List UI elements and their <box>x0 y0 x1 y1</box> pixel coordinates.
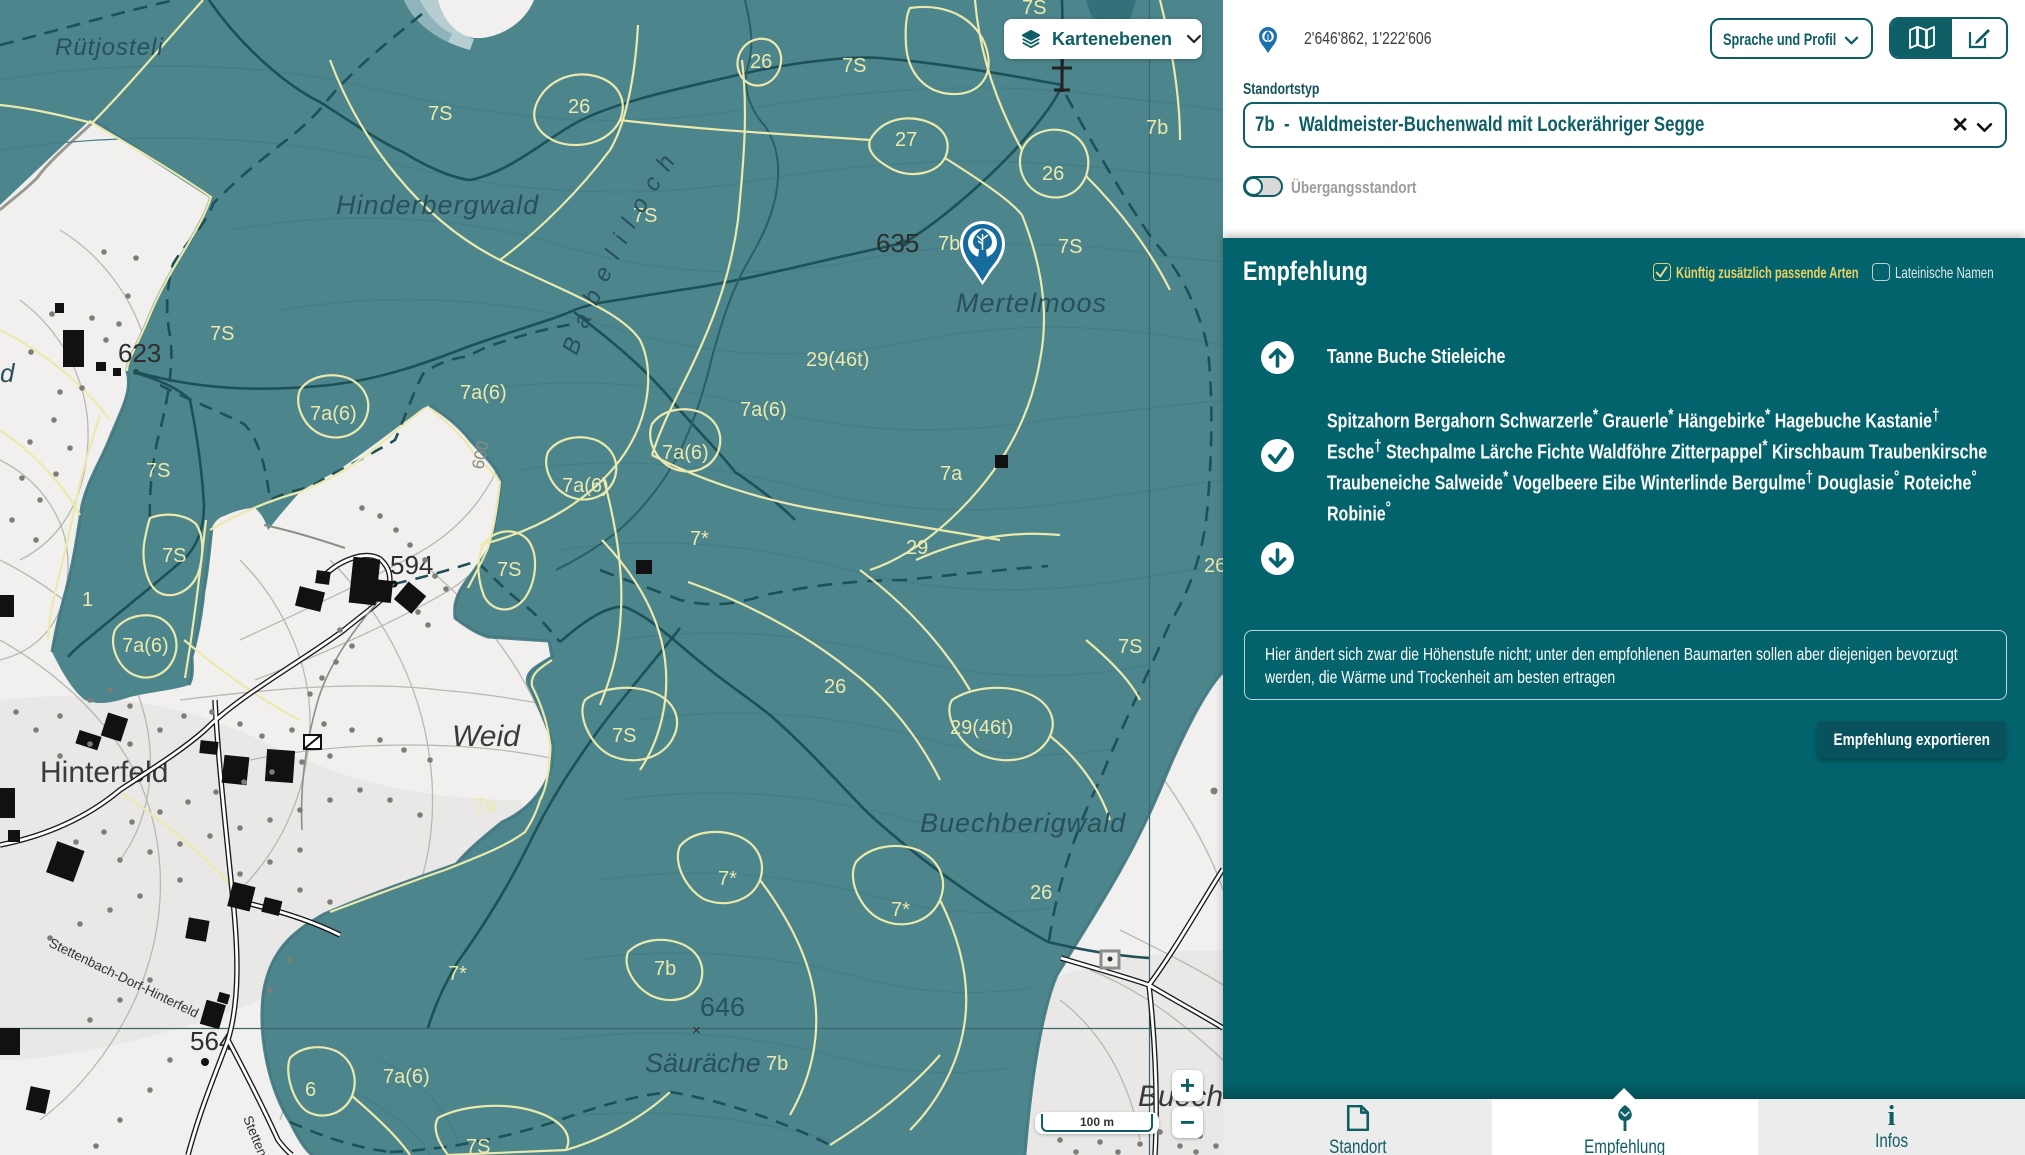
svg-text:Säuräche: Säuräche <box>645 1048 761 1078</box>
svg-text:d: d <box>0 358 16 388</box>
svg-text:6: 6 <box>305 1079 316 1101</box>
svg-text:27: 27 <box>895 129 917 151</box>
svg-text:7S: 7S <box>162 545 186 567</box>
svg-text:7S: 7S <box>1022 0 1046 19</box>
svg-text:7b: 7b <box>766 1053 788 1075</box>
svg-text:7b: 7b <box>938 233 960 255</box>
svg-text:26: 26 <box>1030 882 1052 904</box>
svg-text:7a: 7a <box>940 463 963 485</box>
svg-text:7S: 7S <box>146 460 170 482</box>
svg-text:Mertelmoos: Mertelmoos <box>956 288 1107 318</box>
svg-text:7S: 7S <box>497 559 521 581</box>
svg-text:29: 29 <box>906 537 928 559</box>
svg-text:7S: 7S <box>1118 636 1142 658</box>
svg-text:635: 635 <box>876 228 919 258</box>
svg-text:Weid: Weid <box>452 720 521 753</box>
svg-text:646: 646 <box>700 992 745 1022</box>
svg-text:Rütjosteli: Rütjosteli <box>55 34 164 61</box>
svg-text:7a(6): 7a(6) <box>310 403 357 425</box>
svg-text:7*: 7* <box>891 899 910 921</box>
svg-text:7S: 7S <box>210 323 234 345</box>
svg-text:7S: 7S <box>466 1136 490 1155</box>
svg-text:×: × <box>692 1022 701 1039</box>
svg-text:1: 1 <box>82 589 93 611</box>
svg-text:7a(6): 7a(6) <box>383 1066 430 1088</box>
svg-text:26: 26 <box>1042 163 1064 185</box>
svg-text:Hinderbergwald: Hinderbergwald <box>336 190 539 220</box>
svg-text:26: 26 <box>824 676 846 698</box>
svg-text:7a(6): 7a(6) <box>740 399 787 421</box>
svg-text:7S: 7S <box>1058 236 1082 258</box>
svg-text:7a(6): 7a(6) <box>122 635 169 657</box>
svg-text:29(46t): 29(46t) <box>950 717 1013 739</box>
svg-text:7S: 7S <box>842 55 866 77</box>
svg-text:7a(6): 7a(6) <box>662 442 709 464</box>
svg-text:7a: 7a <box>474 795 497 817</box>
svg-text:623: 623 <box>118 338 161 368</box>
svg-text:29(46t): 29(46t) <box>806 349 869 371</box>
svg-text:Buechberigwald: Buechberigwald <box>920 808 1126 838</box>
svg-text:7b: 7b <box>1146 117 1168 139</box>
svg-text:7S: 7S <box>428 103 452 125</box>
svg-text:26: 26 <box>750 51 772 73</box>
svg-text:7S: 7S <box>612 725 636 747</box>
svg-text:7*: 7* <box>718 868 737 890</box>
svg-text:26: 26 <box>1204 555 1223 577</box>
svg-text:7*: 7* <box>448 963 467 985</box>
svg-text:7a(6): 7a(6) <box>460 382 507 404</box>
svg-text:7a(6): 7a(6) <box>562 475 609 497</box>
svg-text:7b: 7b <box>654 958 676 980</box>
svg-text:594: 594 <box>390 550 433 580</box>
svg-text:7*: 7* <box>690 528 709 550</box>
svg-text:26: 26 <box>568 96 590 118</box>
